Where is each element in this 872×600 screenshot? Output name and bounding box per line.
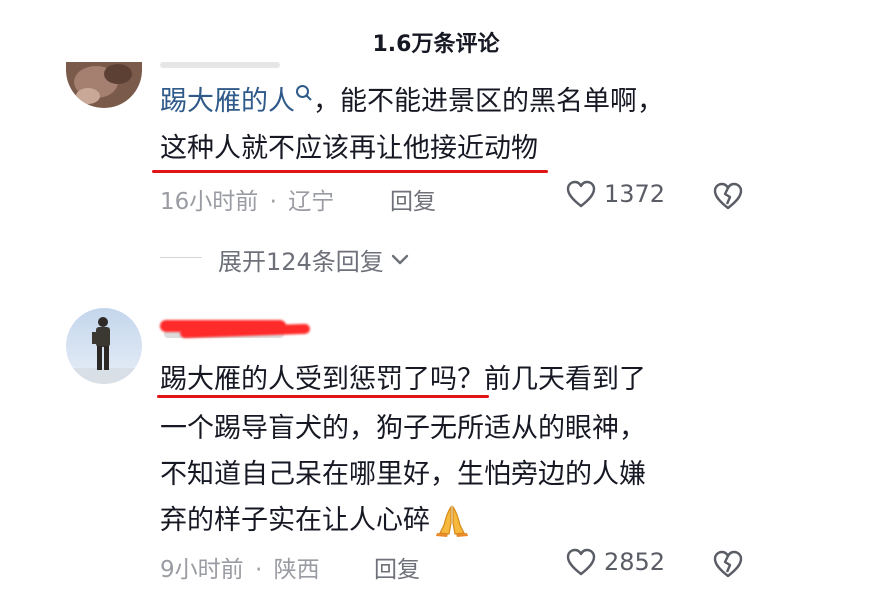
comments-count-title: 1.6万条评论: [372, 32, 500, 57]
praying-hands-emoji: [434, 503, 470, 537]
highlight-underline: [152, 170, 548, 173]
highlight-underline: [157, 395, 489, 398]
dislike-heart-icon[interactable]: [712, 549, 744, 579]
expand-replies-button[interactable]: 展开124条回复: [218, 242, 410, 277]
avatar[interactable]: [66, 308, 142, 384]
like-button[interactable]: 1372: [566, 180, 665, 208]
like-button[interactable]: 2852: [566, 548, 665, 576]
meta-separator: ·: [269, 189, 277, 215]
search-icon[interactable]: [295, 84, 313, 102]
avatar[interactable]: [66, 62, 142, 108]
expand-divider: [160, 257, 202, 258]
heart-icon: [566, 180, 596, 208]
meta-separator: ·: [254, 557, 263, 583]
comment-text: 弃的样子实在让人心碎: [160, 505, 430, 536]
comment-time: 9小时前: [160, 557, 244, 583]
comment-text-line3: 不知道自己呆在哪里好，生怕旁边的人嫌: [160, 459, 646, 490]
comment-text-line4: 弃的样子实在让人心碎: [160, 497, 470, 544]
comment-text-line1: 踢大雁的人 ，能不能进景区的黑名单啊，: [160, 78, 664, 125]
username-redacted: [160, 316, 320, 340]
like-count: 2852: [604, 548, 666, 576]
username-redacted-top: [160, 62, 280, 68]
like-count: 1372: [604, 180, 666, 208]
expand-replies-label: 展开124条回复: [218, 248, 384, 276]
comment-meta: 16小时前 · 辽宁: [160, 182, 334, 216]
comment-text-line2: 这种人就不应该再让他接近动物: [160, 133, 538, 164]
reply-button[interactable]: 回复: [390, 182, 436, 216]
comment-text: ，能不能进景区的黑名单啊，: [313, 86, 664, 117]
comment-text-line2: 一个踢导盲犬的，狗子无所适从的眼神，: [160, 413, 646, 444]
comment-region: 辽宁: [288, 189, 335, 215]
reply-button[interactable]: 回复: [374, 550, 420, 584]
dislike-heart-icon[interactable]: [712, 181, 744, 211]
chevron-down-icon: [390, 253, 410, 267]
comment-meta: 9小时前 · 陕西: [160, 550, 320, 584]
heart-icon: [566, 548, 596, 576]
mention-link[interactable]: 踢大雁的人: [160, 86, 295, 117]
comment-region: 陕西: [273, 557, 320, 583]
comment-time: 16小时前: [160, 189, 259, 215]
